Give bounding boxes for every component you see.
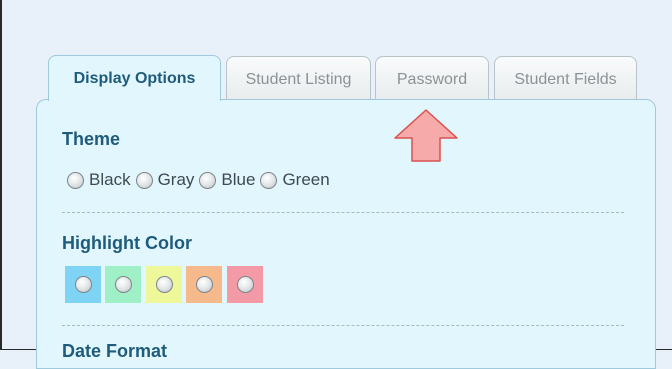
theme-option-label: Black [89,170,131,189]
theme-radio-group: Black Gray Blue Green [67,169,335,191]
radio-button[interactable] [199,171,217,189]
tab-password[interactable]: Password [375,56,489,100]
radio-button[interactable] [114,276,132,293]
highlight-swatch-orange[interactable] [186,266,222,303]
theme-section-title: Theme [62,129,121,149]
date-format-section-title: Date Format [62,341,168,361]
highlight-swatch-yellow[interactable] [146,266,182,303]
section-divider [62,212,624,213]
radio-button[interactable] [155,276,173,293]
theme-option-gray[interactable]: Gray [135,170,195,190]
theme-option-label: Green [282,170,330,189]
tab-display-options[interactable]: Display Options [48,55,221,101]
highlight-color-section-title: Highlight Color [62,233,192,253]
tab-student-fields[interactable]: Student Fields [494,56,637,100]
highlight-swatch-pink[interactable] [227,266,263,303]
radio-button[interactable] [195,276,213,293]
theme-option-black[interactable]: Black [67,170,131,190]
theme-option-green[interactable]: Green [260,170,330,190]
radio-button[interactable] [135,171,153,189]
radio-button[interactable] [74,276,92,293]
highlight-swatch-green[interactable] [105,266,141,303]
tab-student-listing[interactable]: Student Listing [226,56,371,100]
highlight-swatch-blue[interactable] [65,266,101,303]
window-frame-left [0,0,2,350]
theme-option-label: Gray [157,170,195,189]
theme-option-blue[interactable]: Blue [199,170,255,190]
up-arrow-icon [394,109,458,162]
radio-button[interactable] [67,171,84,189]
section-divider [62,325,624,326]
radio-button[interactable] [260,171,278,189]
radio-button[interactable] [236,276,254,293]
theme-option-label: Blue [221,170,256,189]
